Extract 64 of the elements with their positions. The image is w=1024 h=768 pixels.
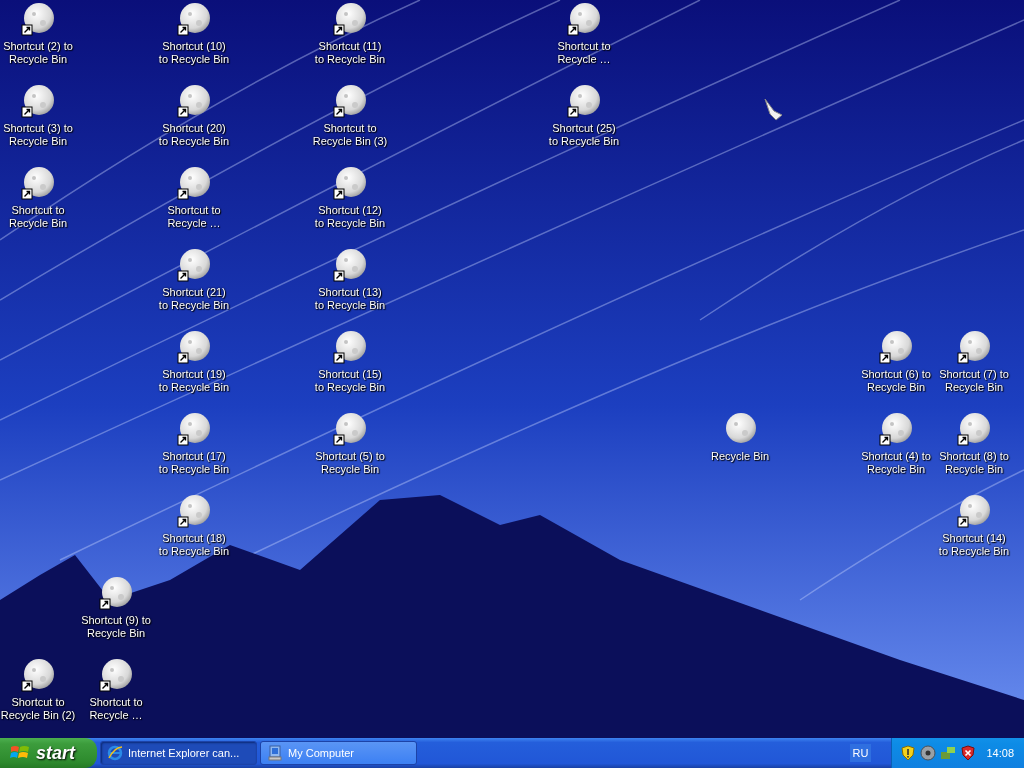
icon-label[interactable]: Shortcut (19) to Recycle Bin: [158, 368, 230, 394]
warning-shield-icon[interactable]: [900, 745, 917, 761]
sphere-icon[interactable]: [960, 495, 990, 525]
sphere-icon[interactable]: [336, 413, 366, 443]
shuttle-icon: [762, 98, 784, 122]
sphere-icon[interactable]: [180, 85, 210, 115]
icon-label[interactable]: Shortcut (10) to Recycle Bin: [158, 40, 230, 66]
sphere-icon[interactable]: [726, 413, 756, 443]
sphere-icon[interactable]: [180, 495, 210, 525]
icon-label[interactable]: Shortcut (8) to Recycle Bin: [939, 450, 1009, 476]
taskbar-button[interactable]: Internet Explorer can...: [100, 741, 257, 765]
icon-label[interactable]: Shortcut (17) to Recycle Bin: [158, 450, 230, 476]
icon-label[interactable]: Shortcut (15) to Recycle Bin: [314, 368, 386, 394]
icon-label[interactable]: Shortcut to Recycle Bin (2): [0, 696, 76, 722]
icon-label[interactable]: Shortcut (12) to Recycle Bin: [314, 204, 386, 230]
sphere-icon[interactable]: [24, 659, 54, 689]
sphere-icon[interactable]: [336, 85, 366, 115]
icon-label[interactable]: Shortcut (13) to Recycle Bin: [314, 286, 386, 312]
icon-label[interactable]: Shortcut to Recycle …: [167, 204, 221, 230]
icon-label[interactable]: Shortcut (4) to Recycle Bin: [861, 450, 931, 476]
icon-label[interactable]: Shortcut to Recycle Bin (3): [312, 122, 388, 148]
sphere-icon[interactable]: [960, 331, 990, 361]
sphere-icon[interactable]: [102, 577, 132, 607]
icon-label[interactable]: Shortcut (3) to Recycle Bin: [3, 122, 73, 148]
icon-label[interactable]: Shortcut (2) to Recycle Bin: [3, 40, 73, 66]
sphere-icon[interactable]: [882, 331, 912, 361]
icon-label[interactable]: Shortcut to Recycle Bin: [8, 204, 68, 230]
sphere-icon[interactable]: [570, 3, 600, 33]
sphere-icon[interactable]: [336, 249, 366, 279]
security-shield-icon[interactable]: [960, 745, 977, 761]
sphere-icon[interactable]: [180, 3, 210, 33]
sphere-icon[interactable]: [24, 167, 54, 197]
icon-label[interactable]: Shortcut (25) to Recycle Bin: [548, 122, 620, 148]
clock: 14:08: [986, 745, 1014, 761]
sphere-icon[interactable]: [180, 331, 210, 361]
sphere-icon[interactable]: [960, 413, 990, 443]
sphere-icon[interactable]: [102, 659, 132, 689]
sphere-icon[interactable]: [882, 413, 912, 443]
icon-label[interactable]: Shortcut to Recycle …: [557, 40, 611, 66]
sphere-icon[interactable]: [336, 167, 366, 197]
icon-label[interactable]: Shortcut (9) to Recycle Bin: [81, 614, 151, 640]
icon-label[interactable]: Shortcut (6) to Recycle Bin: [861, 368, 931, 394]
sphere-icon[interactable]: [336, 3, 366, 33]
language-indicator[interactable]: RU: [849, 743, 872, 763]
icon-label[interactable]: Shortcut (21) to Recycle Bin: [158, 286, 230, 312]
computer-icon: [267, 745, 283, 761]
icon-label[interactable]: Shortcut (7) to Recycle Bin: [939, 368, 1009, 394]
icon-label[interactable]: Shortcut (18) to Recycle Bin: [158, 532, 230, 558]
sphere-icon[interactable]: [24, 85, 54, 115]
browser-icon: [107, 745, 123, 761]
icon-label[interactable]: Shortcut to Recycle …: [89, 696, 143, 722]
sphere-icon[interactable]: [24, 3, 54, 33]
icon-label[interactable]: Shortcut (11) to Recycle Bin: [314, 40, 386, 66]
start-button[interactable]: start: [0, 738, 97, 768]
sphere-icon[interactable]: [570, 85, 600, 115]
disc-icon[interactable]: [920, 745, 937, 761]
icon-label[interactable]: Shortcut (14) to Recycle Bin: [938, 532, 1010, 558]
sphere-icon[interactable]: [180, 249, 210, 279]
sphere-icon[interactable]: [180, 413, 210, 443]
sphere-icon[interactable]: [336, 331, 366, 361]
icon-label[interactable]: Recycle Bin: [710, 450, 770, 463]
icon-label[interactable]: Shortcut (20) to Recycle Bin: [158, 122, 230, 148]
sphere-icon[interactable]: [180, 167, 210, 197]
icon-label[interactable]: Shortcut (5) to Recycle Bin: [315, 450, 385, 476]
